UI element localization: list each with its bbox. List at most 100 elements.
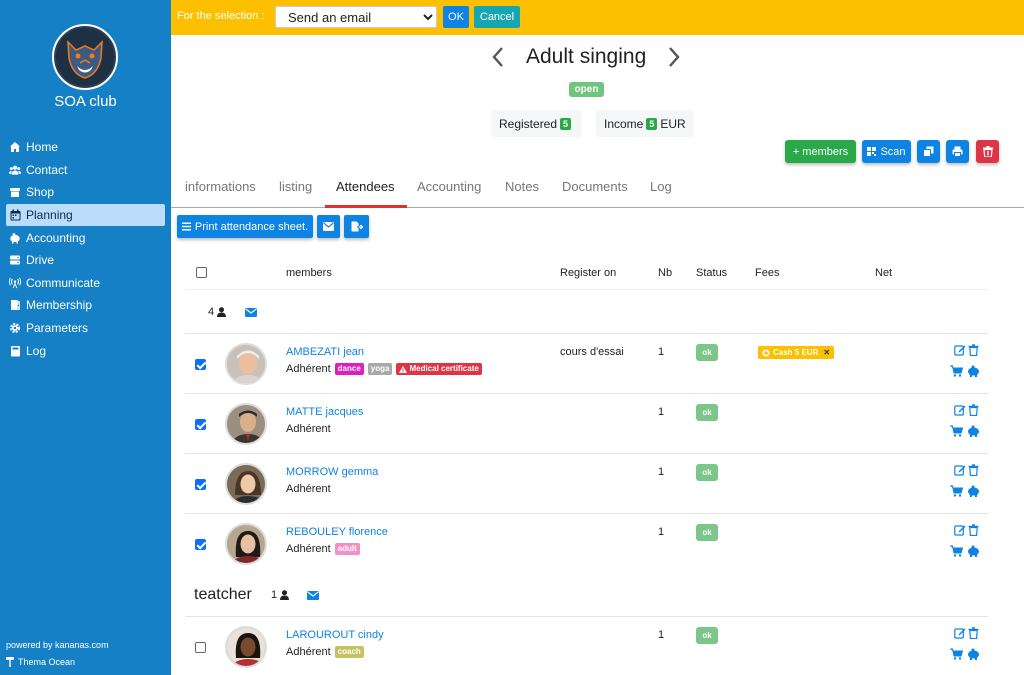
- row-checkbox[interactable]: [195, 479, 206, 490]
- cart-icon[interactable]: [950, 485, 964, 497]
- tag-coach: coach: [334, 646, 364, 658]
- table-row: AMBEZATI jean Adhérent dance yoga Medica…: [185, 333, 988, 393]
- trash-icon[interactable]: [968, 344, 980, 357]
- piggy-bank-icon[interactable]: [967, 545, 979, 557]
- export-button[interactable]: [344, 215, 369, 238]
- edit-icon[interactable]: [954, 404, 966, 416]
- tab-log[interactable]: Log: [650, 179, 672, 194]
- cart-icon[interactable]: [950, 648, 964, 660]
- ok-button[interactable]: OK: [443, 6, 469, 28]
- qr-code-icon: [867, 147, 877, 156]
- tab-documents[interactable]: Documents: [562, 179, 628, 194]
- nb-value: 1: [658, 629, 665, 641]
- member-name-link[interactable]: REBOULEY florence: [286, 526, 388, 538]
- column-nb[interactable]: Nb: [658, 267, 672, 279]
- sidebar-item-membership[interactable]: Membership: [6, 294, 165, 317]
- selection-action-select[interactable]: Send an email: [275, 6, 437, 28]
- tab-informations[interactable]: informations: [185, 179, 256, 194]
- column-status[interactable]: Status: [696, 267, 727, 279]
- column-register-on[interactable]: Register on: [560, 267, 616, 279]
- status-badge: open: [569, 82, 604, 97]
- sidebar-item-shop[interactable]: Shop: [6, 181, 165, 204]
- trash-icon[interactable]: [968, 627, 980, 640]
- group-count-value: 4: [208, 306, 215, 318]
- powered-by[interactable]: powered by kananas.com: [6, 640, 109, 650]
- scan-button[interactable]: Scan: [862, 140, 911, 163]
- log-icon: [9, 345, 21, 357]
- sidebar-item-planning[interactable]: Planning: [6, 203, 165, 227]
- users-icon: [9, 164, 21, 176]
- income-label: Income: [604, 116, 644, 131]
- sidebar-item-communicate[interactable]: Communicate: [6, 272, 165, 295]
- delete-button[interactable]: [976, 140, 999, 163]
- status-ok-badge[interactable]: ok: [696, 404, 718, 421]
- column-net[interactable]: Net: [875, 267, 892, 279]
- cart-icon[interactable]: [950, 545, 964, 557]
- member-name-link[interactable]: MATTE jacques: [286, 406, 363, 418]
- row-checkbox[interactable]: [195, 642, 206, 653]
- sidebar-item-contact[interactable]: Contact: [6, 159, 165, 182]
- tab-accounting[interactable]: Accounting: [417, 179, 481, 194]
- member-role: Adhérent adult: [286, 543, 360, 555]
- club-logo[interactable]: [52, 24, 118, 90]
- add-members-button[interactable]: + members: [785, 140, 856, 163]
- calendar-icon: [9, 209, 21, 221]
- sidebar: SOA club Home Contact Shop Planning Acco…: [0, 0, 171, 675]
- tab-notes[interactable]: Notes: [505, 179, 539, 194]
- fee-badge[interactable]: Cash 5 EUR ✕: [758, 346, 835, 359]
- income-box: Income 5 EUR: [596, 110, 694, 137]
- sidebar-item-accounting[interactable]: Accounting: [6, 226, 165, 249]
- trash-icon[interactable]: [968, 464, 980, 477]
- group-email-icon[interactable]: [307, 591, 319, 600]
- next-chevron-icon[interactable]: [666, 46, 682, 68]
- user-icon: [280, 590, 290, 600]
- piggy-bank-icon[interactable]: [967, 365, 979, 377]
- sidebar-item-log[interactable]: Log: [6, 339, 165, 362]
- cart-icon[interactable]: [950, 425, 964, 437]
- coins-icon: [762, 349, 770, 357]
- email-button[interactable]: [317, 215, 340, 238]
- club-name: SOA club: [54, 93, 117, 110]
- status-ok-badge[interactable]: ok: [696, 627, 718, 644]
- remove-fee-icon[interactable]: ✕: [823, 348, 830, 357]
- edit-icon[interactable]: [954, 344, 966, 356]
- status-ok-badge[interactable]: ok: [696, 344, 718, 361]
- trash-icon[interactable]: [968, 524, 980, 537]
- column-members[interactable]: members: [286, 267, 332, 279]
- sidebar-item-parameters[interactable]: Parameters: [6, 317, 165, 340]
- cart-icon[interactable]: [950, 365, 964, 377]
- member-name-link[interactable]: LAROUROUT cindy: [286, 629, 384, 641]
- previous-chevron-icon[interactable]: [490, 46, 506, 68]
- theme-label[interactable]: Thema Ocean: [6, 657, 75, 667]
- status-ok-badge[interactable]: ok: [696, 464, 718, 481]
- duplicate-button[interactable]: [917, 140, 940, 163]
- column-fees[interactable]: Fees: [755, 267, 779, 279]
- piggy-bank-icon[interactable]: [967, 485, 979, 497]
- status-ok-badge[interactable]: ok: [696, 524, 718, 541]
- piggy-bank-icon[interactable]: [967, 425, 979, 437]
- edit-icon[interactable]: [954, 627, 966, 639]
- tab-listing[interactable]: listing: [279, 179, 312, 194]
- member-name-link[interactable]: AMBEZATI jean: [286, 346, 364, 358]
- sidebar-item-home[interactable]: Home: [6, 136, 165, 159]
- tab-attendees[interactable]: Attendees: [336, 179, 395, 194]
- edit-icon[interactable]: [954, 524, 966, 536]
- group-email-icon[interactable]: [245, 308, 257, 317]
- registered-label: Registered: [499, 116, 558, 131]
- select-all-checkbox[interactable]: [196, 267, 207, 278]
- selection-bar: For the selection : Send an email OK Can…: [171, 0, 1024, 35]
- member-name-link[interactable]: MORROW gemma: [286, 466, 378, 478]
- piggy-bank-icon[interactable]: [967, 648, 979, 660]
- print-attendance-sheet-button[interactable]: Print attendance sheet.: [177, 215, 313, 238]
- edit-icon[interactable]: [954, 464, 966, 476]
- gear-icon: [9, 322, 21, 334]
- row-checkbox[interactable]: [195, 419, 206, 430]
- trash-icon[interactable]: [968, 404, 980, 417]
- fee-label: Cash 5 EUR: [773, 348, 819, 357]
- cancel-button[interactable]: Cancel: [474, 6, 520, 28]
- print-button[interactable]: [946, 140, 969, 163]
- member-role: Adhérent: [286, 483, 331, 495]
- row-checkbox[interactable]: [195, 539, 206, 550]
- sidebar-item-drive[interactable]: Drive: [6, 249, 165, 272]
- row-checkbox[interactable]: [195, 359, 206, 370]
